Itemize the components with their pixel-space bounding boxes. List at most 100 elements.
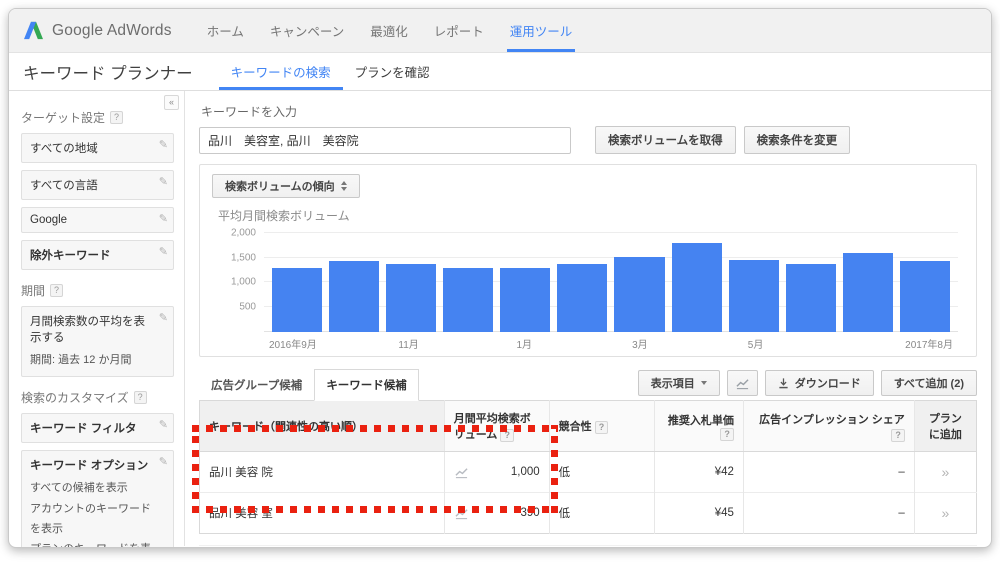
sidebar-item-keyword-options[interactable]: キーワード オプション すべての候補を表示 アカウントのキーワードを表示 プラン… [21,450,174,547]
download-button[interactable]: ダウンロード [764,370,874,396]
volume-cell: 1,000 [443,451,550,493]
tab-keyword-search[interactable]: キーワードの検索 [218,53,343,90]
nav-campaigns[interactable]: キャンペーン [257,9,357,52]
sparkline-icon[interactable] [454,507,469,520]
chart-bar-2017年3月[interactable] [614,256,665,332]
edit-pencil-icon[interactable]: ✎ [159,175,168,188]
toolbar-buttons: 表示項目 ダウンロード すべて追加 (2) [637,370,977,396]
keyword-input-row: 検索ボリュームを取得 検索条件を変更 [199,126,977,154]
chart-x-tick-label: 2017年8月 [905,340,953,351]
help-icon[interactable]: ? [891,428,905,442]
period-title: 期間 [21,284,46,298]
period-section-header: 期間 ? [21,282,174,299]
impression-share-cell: – [742,451,915,493]
adwords-logo[interactable]: Google AdWords [23,9,172,52]
columns-dropdown-button[interactable]: 表示項目 [637,370,720,396]
chart-bars [272,228,950,332]
chart-toggle-button[interactable] [726,370,758,396]
chart-bar-2017年7月[interactable] [842,253,893,332]
edit-pencil-icon[interactable]: ✎ [159,455,168,468]
competition-cell: 低 [548,492,655,534]
tab-keyword-ideas[interactable]: キーワード候補 [314,369,419,401]
competition-cell: 低 [548,451,655,493]
nav-tools[interactable]: 運用ツール [497,9,586,52]
help-icon[interactable]: ? [720,427,734,441]
change-search-criteria-button[interactable]: 検索条件を変更 [743,126,851,154]
col-header-suggested-bid[interactable]: 推奨入札単価 ? [653,400,744,452]
body: « ターゲット設定 ? すべての地域 ✎ すべての言語 ✎ Google ✎ 除… [9,91,991,547]
chart-x-tick-label: 2016年9月 [269,340,317,351]
chevron-down-icon [700,381,707,385]
sort-arrows-icon [340,181,347,191]
nav-home[interactable]: ホーム [194,9,257,52]
chart-bar-2017年6月[interactable] [785,263,836,332]
chart-bar-2016年10月[interactable] [329,260,380,332]
top-nav-items: ホーム キャンペーン 最適化 レポート 運用ツール [194,9,586,52]
main-content: キーワードを入力 検索ボリュームを取得 検索条件を変更 検索ボリュームの傾向 平… [185,91,991,546]
chart-y-tick-label: 2,000 [230,227,256,239]
trend-type-dropdown[interactable]: 検索ボリュームの傾向 [212,174,360,198]
nav-reports[interactable]: レポート [421,9,497,52]
table-row: 品川 美容 院 1,000 低 ¥42 – » [199,451,977,493]
keyword-input[interactable] [199,126,571,154]
help-icon[interactable]: ? [50,284,64,297]
customize-title: 検索のカスタマイズ [21,391,129,406]
keyword-ideas-table-wrap: キーワード（関連性の高い順） 月間平均検索ボリューム ? 競合性 ? 推奨入札単… [192,400,977,534]
chart-bar-2017年8月[interactable] [899,260,950,332]
add-to-plan-cell: » [913,492,977,534]
sidebar-item-languages[interactable]: すべての言語 ✎ [21,170,174,200]
chart-x-tick-label: 1月 [516,340,533,351]
keyword-option-row: プランのキーワードを表示 [30,539,155,547]
help-icon[interactable]: ? [500,429,514,442]
table-header-row: キーワード（関連性の高い順） 月間平均検索ボリューム ? 競合性 ? 推奨入札単… [199,400,977,452]
col-header-impression-share[interactable]: 広告インプレッション シェア ? [742,400,915,452]
suggested-bid-cell: ¥42 [653,451,744,493]
edit-pencil-icon[interactable]: ✎ [159,311,168,324]
chart-bar-2016年9月[interactable] [272,267,323,332]
sidebar-item-keyword-filters[interactable]: キーワード フィルタ ✎ [21,413,174,444]
add-to-plan-button[interactable]: » [942,505,950,521]
chart-bar-2017年4月[interactable] [671,242,722,332]
col-header-avg-monthly-searches[interactable]: 月間平均検索ボリューム ? [443,400,550,452]
sidebar-collapse-button[interactable]: « [164,95,179,110]
keyword-option-row: すべての候補を表示 [30,482,128,495]
col-header-keyword[interactable]: キーワード（関連性の高い順） [199,400,445,452]
edit-pencil-icon[interactable]: ✎ [159,418,168,431]
tab-ad-group-ideas[interactable]: 広告グループ候補 [199,369,314,400]
results-tabs: 広告グループ候補 キーワード候補 [199,369,419,401]
customize-section-header: 検索のカスタマイズ ? [21,389,174,406]
add-all-button[interactable]: すべて追加 (2) [880,370,977,396]
edit-pencil-icon[interactable]: ✎ [159,212,168,225]
chart-bar-2016年12月[interactable] [443,267,494,332]
edit-pencil-icon[interactable]: ✎ [159,245,168,258]
adwords-window: Google AdWords ホーム キャンペーン 最適化 レポート 運用ツール… [8,8,992,548]
edit-pencil-icon[interactable]: ✎ [159,138,168,151]
col-header-add-to-plan: プランに追加 [913,400,977,452]
sidebar-item-date-range[interactable]: 月間検索数の平均を表示する 期間: 過去 12 か月間 ✎ [21,306,174,378]
search-volume-chart-card: 検索ボリュームの傾向 平均月間検索ボリューム 500 1,000 1,500 2,00… [199,164,977,357]
sidebar: « ターゲット設定 ? すべての地域 ✎ すべての言語 ✎ Google ✎ 除… [9,91,185,547]
top-nav: Google AdWords ホーム キャンペーン 最適化 レポート 運用ツール [9,9,991,53]
chart-bar-2017年1月[interactable] [500,267,551,332]
col-header-competition[interactable]: 競合性 ? [548,400,655,452]
chart-bar-2016年11月[interactable] [386,263,437,332]
add-to-plan-button[interactable]: » [942,464,950,480]
chart-x-tick-label: 5月 [747,340,764,351]
get-search-volume-button[interactable]: 検索ボリュームを取得 [595,126,736,154]
nav-optimization[interactable]: 最適化 [357,9,421,52]
chart-bar-2017年5月[interactable] [728,259,779,332]
sidebar-item-network[interactable]: Google ✎ [21,207,174,233]
help-icon[interactable]: ? [133,391,147,405]
help-icon[interactable]: ? [594,421,609,434]
help-icon[interactable]: ? [110,111,124,124]
chart-bar-2017年2月[interactable] [557,263,608,332]
bar-chart: 500 1,000 1,500 2,000 [231,227,958,332]
sidebar-item-locations[interactable]: すべての地域 ✎ [21,133,174,163]
sub-nav: キーワード プランナー キーワードの検索 プランを確認 [9,53,991,91]
sidebar-item-negative-keywords[interactable]: 除外キーワード ✎ [21,240,174,270]
sparkline-icon[interactable] [454,466,469,479]
chart-x-axis-labels: 2016年9月 11月 1月 3月 5月 2017年8月 [264,334,958,351]
keyword-cell: 品川 美容 室 [199,492,445,534]
tab-review-plan[interactable]: プランを確認 [343,53,442,90]
sparkline-icon [736,378,749,389]
